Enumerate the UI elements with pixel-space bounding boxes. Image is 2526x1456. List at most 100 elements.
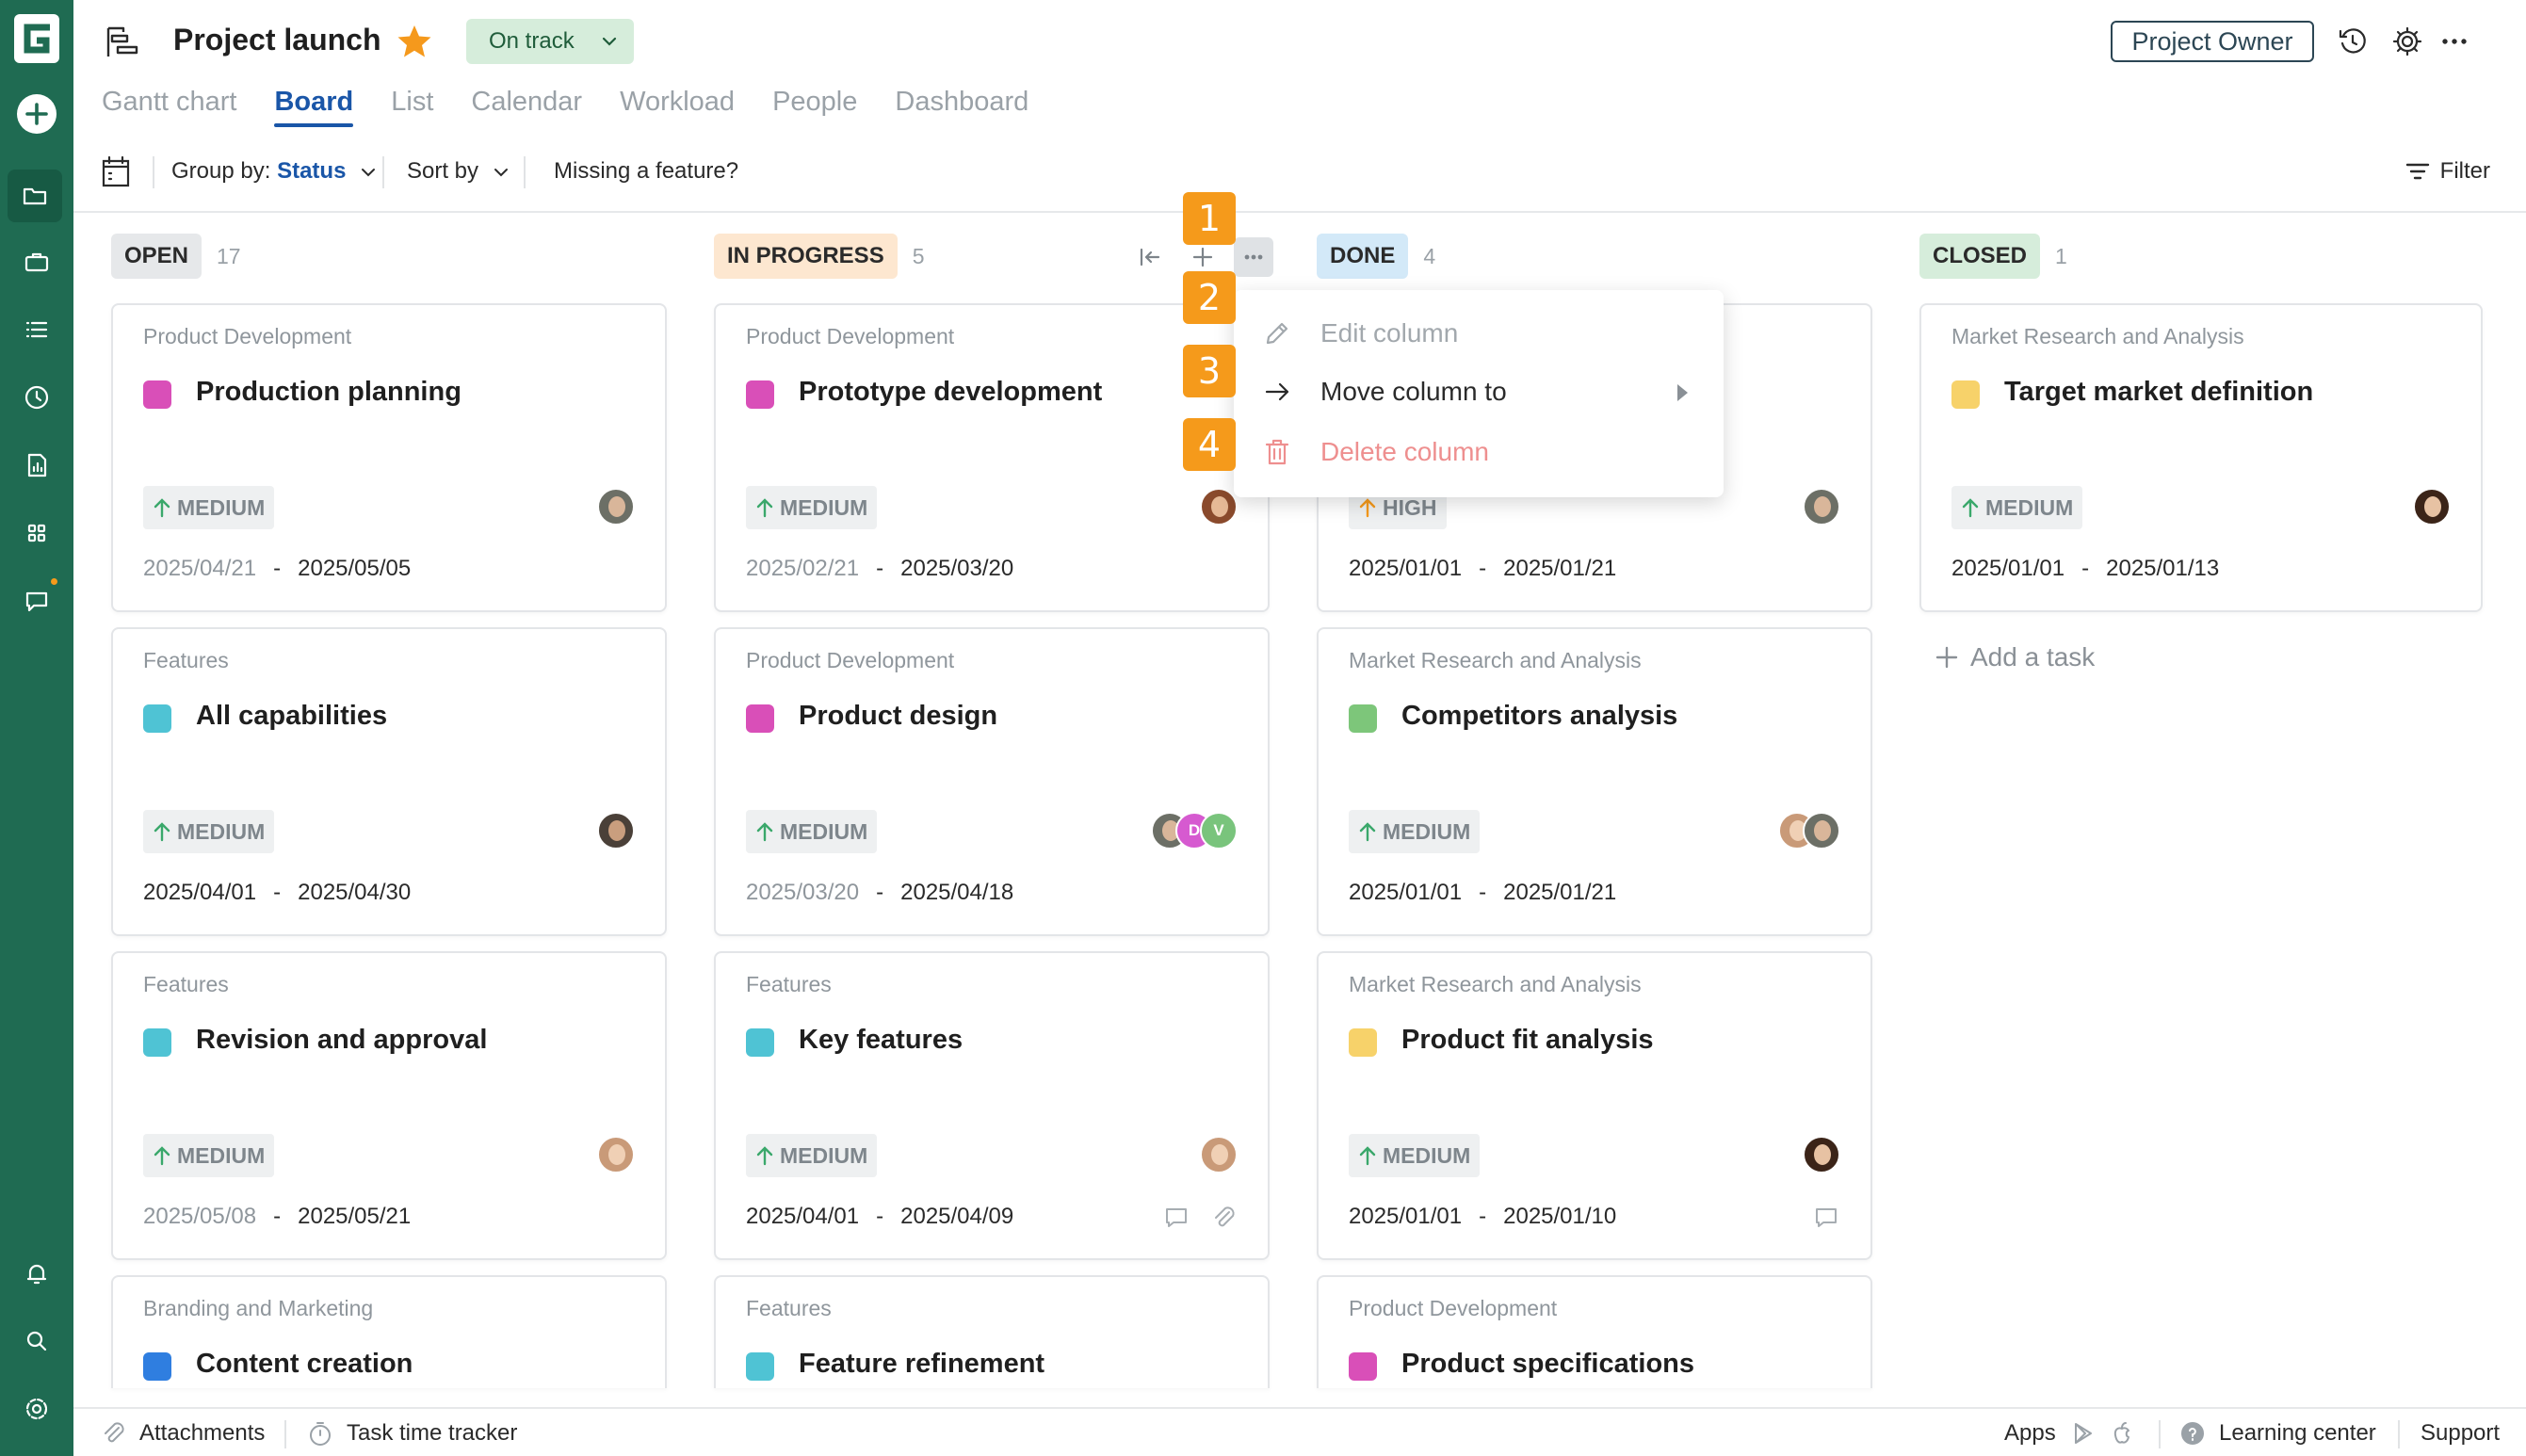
- attachments-button[interactable]: Attachments: [100, 1420, 265, 1447]
- task-card[interactable]: Market Research and Analysis Target mark…: [1919, 303, 2483, 612]
- task-card[interactable]: Product Development Production planning …: [111, 303, 667, 612]
- search-nav[interactable]: [18, 1322, 56, 1360]
- column-header-done[interactable]: DONE 4: [1317, 234, 1435, 279]
- add-task-button[interactable]: Add a task: [1935, 642, 2095, 672]
- priority-badge[interactable]: MEDIUM: [143, 1134, 275, 1177]
- briefcase-icon: [24, 252, 49, 272]
- assignees[interactable]: [1803, 1136, 1840, 1175]
- column-header-closed[interactable]: CLOSED 1: [1919, 234, 2067, 279]
- column-name: IN PROGRESS: [714, 234, 898, 279]
- delete-column-item[interactable]: Delete column: [1262, 429, 1489, 475]
- task-card[interactable]: Market Research and Analysis Product fit…: [1317, 951, 1872, 1260]
- avatar[interactable]: [597, 1136, 635, 1173]
- task-card[interactable]: Branding and Marketing Content creation: [111, 1275, 667, 1388]
- priority-badge[interactable]: MEDIUM: [1349, 810, 1481, 853]
- history-button[interactable]: [2334, 23, 2372, 60]
- apps-nav[interactable]: [18, 514, 56, 552]
- my-tasks-nav[interactable]: [18, 311, 56, 348]
- priority-badge[interactable]: MEDIUM: [746, 486, 878, 529]
- avatar[interactable]: [1803, 812, 1840, 849]
- assignees[interactable]: [1778, 812, 1840, 851]
- collapse-column-button[interactable]: [1130, 237, 1170, 277]
- priority-badge[interactable]: MEDIUM: [143, 486, 275, 529]
- board-settings-icon[interactable]: [100, 154, 132, 188]
- avatar[interactable]: [1803, 1136, 1840, 1173]
- avatar-initial[interactable]: V: [1200, 812, 1238, 849]
- comment-icon[interactable]: [1812, 1204, 1840, 1232]
- support-link[interactable]: Support: [2421, 1420, 2500, 1447]
- missing-feature-link[interactable]: Missing a feature?: [554, 158, 738, 185]
- bell-icon: [26, 1264, 47, 1285]
- task-time-tracker-button[interactable]: Task time tracker: [307, 1420, 517, 1447]
- learning-center-link[interactable]: Learning center: [2179, 1420, 2376, 1447]
- project-title[interactable]: Project launch: [173, 23, 381, 57]
- edit-column-item[interactable]: Edit column: [1262, 311, 1458, 356]
- assignees[interactable]: [1803, 488, 1840, 527]
- tab-people[interactable]: People: [772, 87, 857, 127]
- assignees[interactable]: [1200, 488, 1238, 527]
- priority-badge[interactable]: MEDIUM: [746, 810, 878, 853]
- task-category: Product Development: [746, 324, 955, 348]
- task-card[interactable]: Features All capabilities MEDIUM 2025/04…: [111, 627, 667, 936]
- assignees[interactable]: [597, 1136, 635, 1175]
- task-card[interactable]: Features Revision and approval MEDIUM 20…: [111, 951, 667, 1260]
- assignees[interactable]: D V: [1151, 812, 1238, 851]
- avatar[interactable]: [1803, 488, 1840, 526]
- board-toolbar: Group by: Status Sort by Missing a featu…: [73, 147, 2526, 200]
- column-header-open[interactable]: OPEN 17: [111, 234, 241, 279]
- priority-badge[interactable]: MEDIUM: [1349, 1134, 1481, 1177]
- projects-nav[interactable]: [8, 170, 62, 222]
- priority-badge[interactable]: MEDIUM: [1951, 486, 2083, 529]
- task-card[interactable]: Product Development Product design MEDIU…: [714, 627, 1270, 936]
- project-role-button[interactable]: Project Owner: [2111, 21, 2314, 62]
- task-card[interactable]: Product Development Product specificatio…: [1317, 1275, 1872, 1388]
- tab-list[interactable]: List: [391, 87, 433, 127]
- notifications-nav[interactable]: [18, 1254, 56, 1292]
- more-options-button[interactable]: [2436, 23, 2473, 60]
- filter-button[interactable]: Filter: [2405, 158, 2490, 185]
- paperclip-icon[interactable]: [1209, 1204, 1238, 1232]
- tab-gantt-chart[interactable]: Gantt chart: [102, 87, 236, 127]
- avatar[interactable]: [597, 812, 635, 849]
- column-more-button[interactable]: [1234, 237, 1273, 277]
- tab-calendar[interactable]: Calendar: [471, 87, 582, 127]
- avatar[interactable]: [1200, 488, 1238, 526]
- favorite-star-icon[interactable]: [396, 23, 433, 60]
- portfolios-nav[interactable]: [18, 243, 56, 281]
- column-header-in-progress[interactable]: IN PROGRESS 5: [714, 234, 925, 279]
- google-play-icon[interactable]: [2069, 1420, 2096, 1447]
- create-new-button[interactable]: [17, 94, 57, 134]
- sort-by-dropdown[interactable]: Sort by: [407, 158, 510, 185]
- avatar[interactable]: [597, 488, 635, 526]
- apple-icon[interactable]: [2109, 1420, 2135, 1447]
- messages-nav[interactable]: [18, 582, 56, 620]
- assignees[interactable]: [597, 812, 635, 851]
- assignees[interactable]: [597, 488, 635, 527]
- more-icon: [2442, 39, 2467, 44]
- tab-workload[interactable]: Workload: [620, 87, 735, 127]
- apps-link[interactable]: Apps: [2004, 1420, 2135, 1447]
- comment-icon[interactable]: [1162, 1204, 1190, 1232]
- assignees[interactable]: [2413, 488, 2451, 527]
- task-card[interactable]: Features Feature refinement: [714, 1275, 1270, 1388]
- task-card[interactable]: Features Key features MEDIUM 2025/04/01-…: [714, 951, 1270, 1260]
- time-log-nav[interactable]: [18, 379, 56, 416]
- task-title: Product fit analysis: [1401, 1025, 1654, 1055]
- task-card[interactable]: Market Research and Analysis Competitors…: [1317, 627, 1872, 936]
- task-category: Features: [143, 972, 229, 996]
- priority-badge[interactable]: MEDIUM: [143, 810, 275, 853]
- tab-dashboard[interactable]: Dashboard: [895, 87, 1028, 127]
- priority-badge[interactable]: MEDIUM: [746, 1134, 878, 1177]
- avatar[interactable]: [2413, 488, 2451, 526]
- project-settings-button[interactable]: [2388, 23, 2426, 60]
- move-column-item[interactable]: Move column to: [1262, 369, 1507, 414]
- settings-nav[interactable]: [18, 1390, 56, 1428]
- tab-board[interactable]: Board: [274, 87, 353, 127]
- project-status-dropdown[interactable]: On track: [466, 19, 634, 64]
- ganttpro-logo[interactable]: [14, 14, 59, 63]
- group-by-dropdown[interactable]: Group by: Status: [171, 158, 377, 185]
- reports-nav[interactable]: [18, 446, 56, 484]
- avatar[interactable]: [1200, 1136, 1238, 1173]
- assignees[interactable]: [1200, 1136, 1238, 1175]
- task-color-swatch: [143, 1028, 171, 1057]
